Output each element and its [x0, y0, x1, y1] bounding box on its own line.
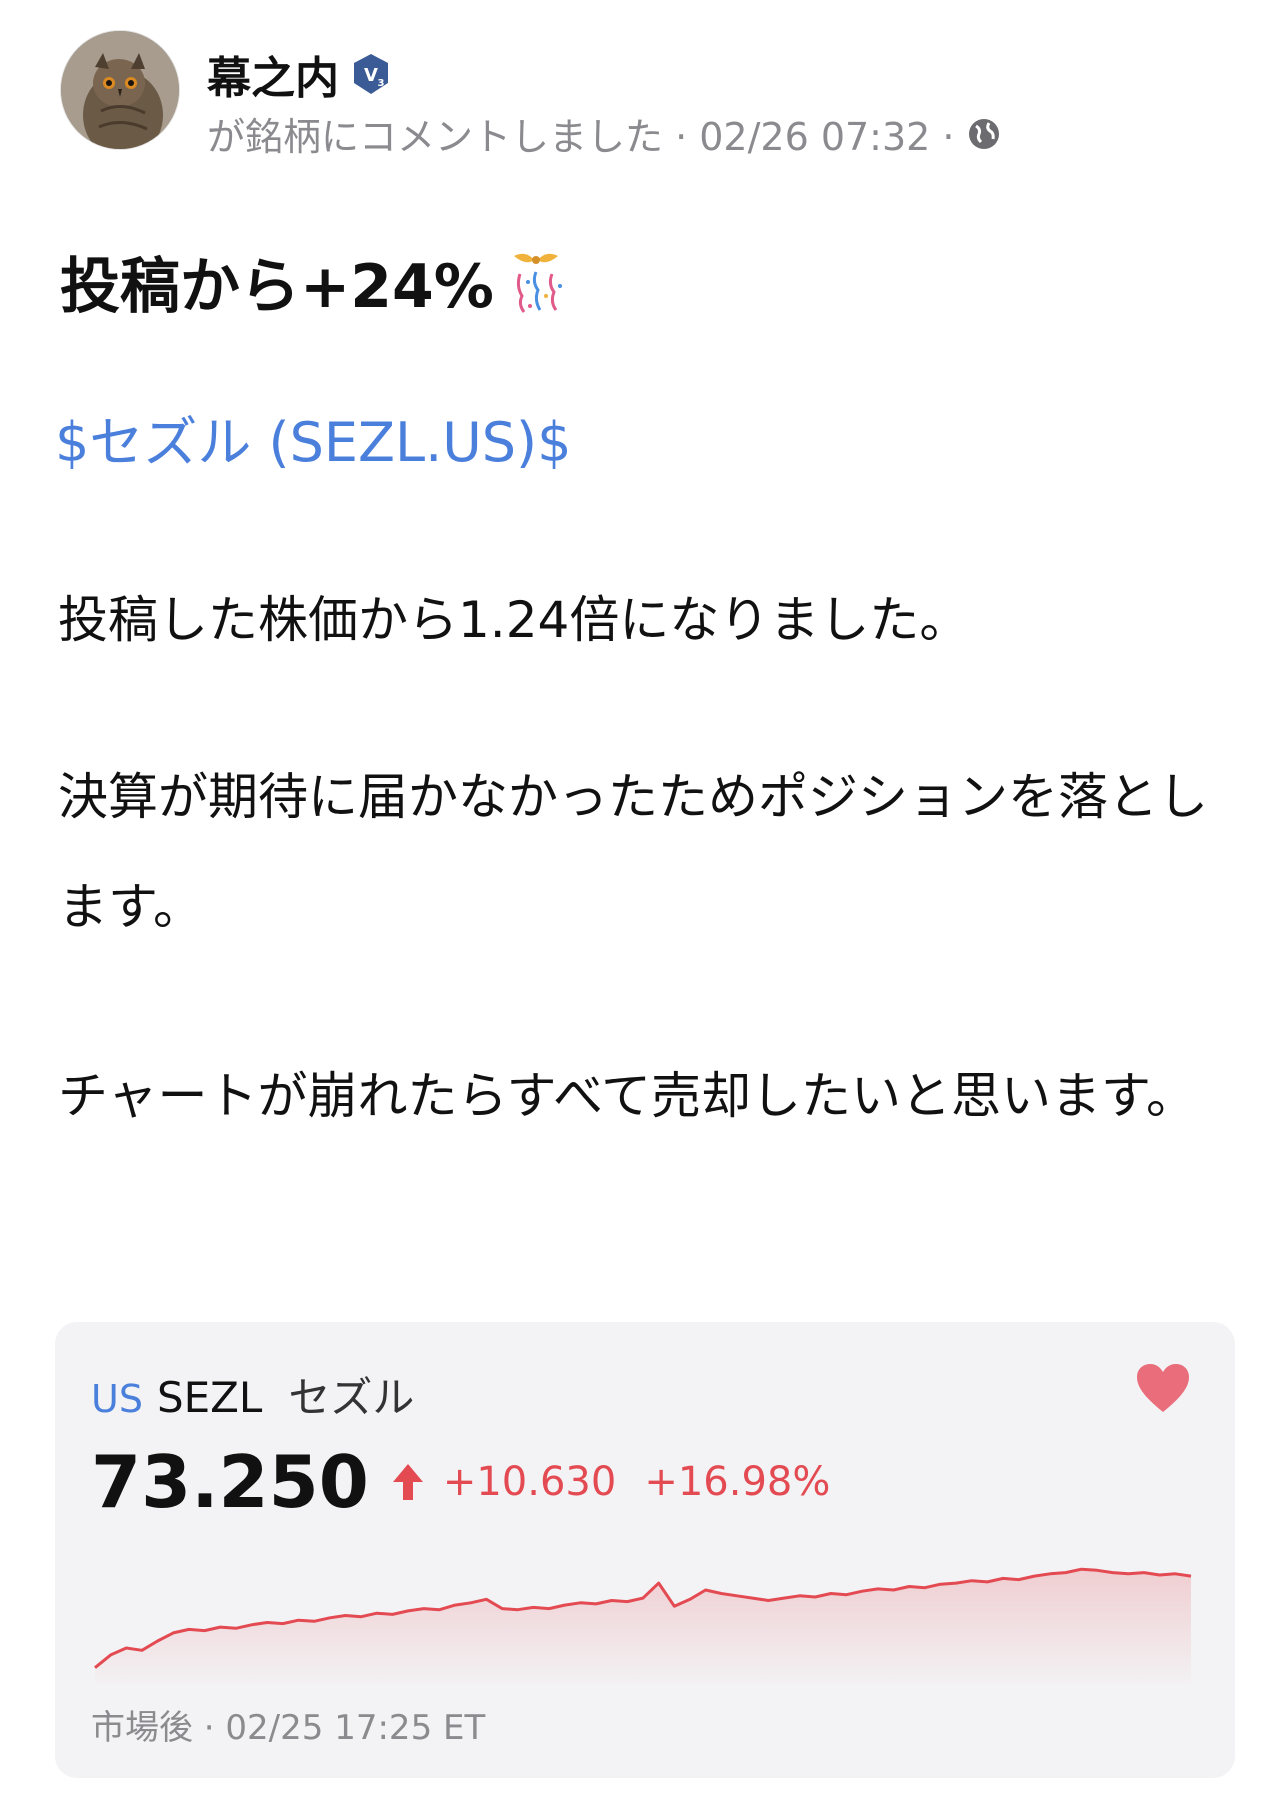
author-name-row: 幕之内 V 3 [207, 42, 393, 106]
author-name[interactable]: 幕之内 [207, 42, 339, 106]
stock-price: 73.250 [91, 1440, 369, 1524]
price-change-percent: +16.98% [644, 1459, 831, 1505]
party-popper-icon [513, 253, 562, 313]
headline-text: 投稿から+24% [60, 252, 494, 322]
quote-timestamp: 市場後 · 02/25 17:25 ET [91, 1708, 486, 1748]
paragraph-2: 決算が期待に届かなかったためポジションを落とします。 [58, 768, 1208, 936]
globe-icon [968, 118, 999, 149]
stock-card-header: US SEZL セズル [91, 1364, 414, 1425]
sparkline-area [95, 1569, 1191, 1690]
paragraph-3: チャートが崩れたらすべて売却したいと思います。 [58, 1067, 1196, 1125]
stock-symbol: SEZL [156, 1373, 263, 1422]
price-sparkline-chart [94, 1567, 1192, 1690]
market-label: US [91, 1377, 143, 1421]
svg-text:3: 3 [378, 78, 385, 89]
svg-text:V: V [364, 65, 378, 86]
up-arrow-icon [392, 1464, 423, 1500]
post-meta-text: が銘柄にコメントしました · 02/26 07:32 · [207, 115, 955, 159]
post-meta: が銘柄にコメントしました · 02/26 07:32 · [207, 106, 1001, 161]
price-change: +10.630 [442, 1459, 617, 1505]
stock-link[interactable]: $セズル (SEZL.US)$ [55, 398, 571, 477]
company-name: セズル [288, 1373, 415, 1422]
paragraph-1: 投稿した株価から1.24倍になりました。 [58, 591, 970, 649]
price-row: 73.250 +10.630 +16.98% [91, 1440, 830, 1524]
owl-avatar-image [61, 31, 179, 149]
heart-icon[interactable] [1135, 1362, 1191, 1414]
verified-v3-badge-icon: V 3 [354, 54, 388, 94]
avatar[interactable] [60, 30, 180, 150]
post-headline: 投稿から+24% [60, 238, 572, 325]
post-header: 幕之内 V 3 が銘柄にコメントしました · 02/26 07:32 · [60, 30, 1220, 160]
stock-card[interactable]: US SEZL セズル 73.250 +10.630 +16.98% 市場後 ·… [55, 1322, 1235, 1778]
